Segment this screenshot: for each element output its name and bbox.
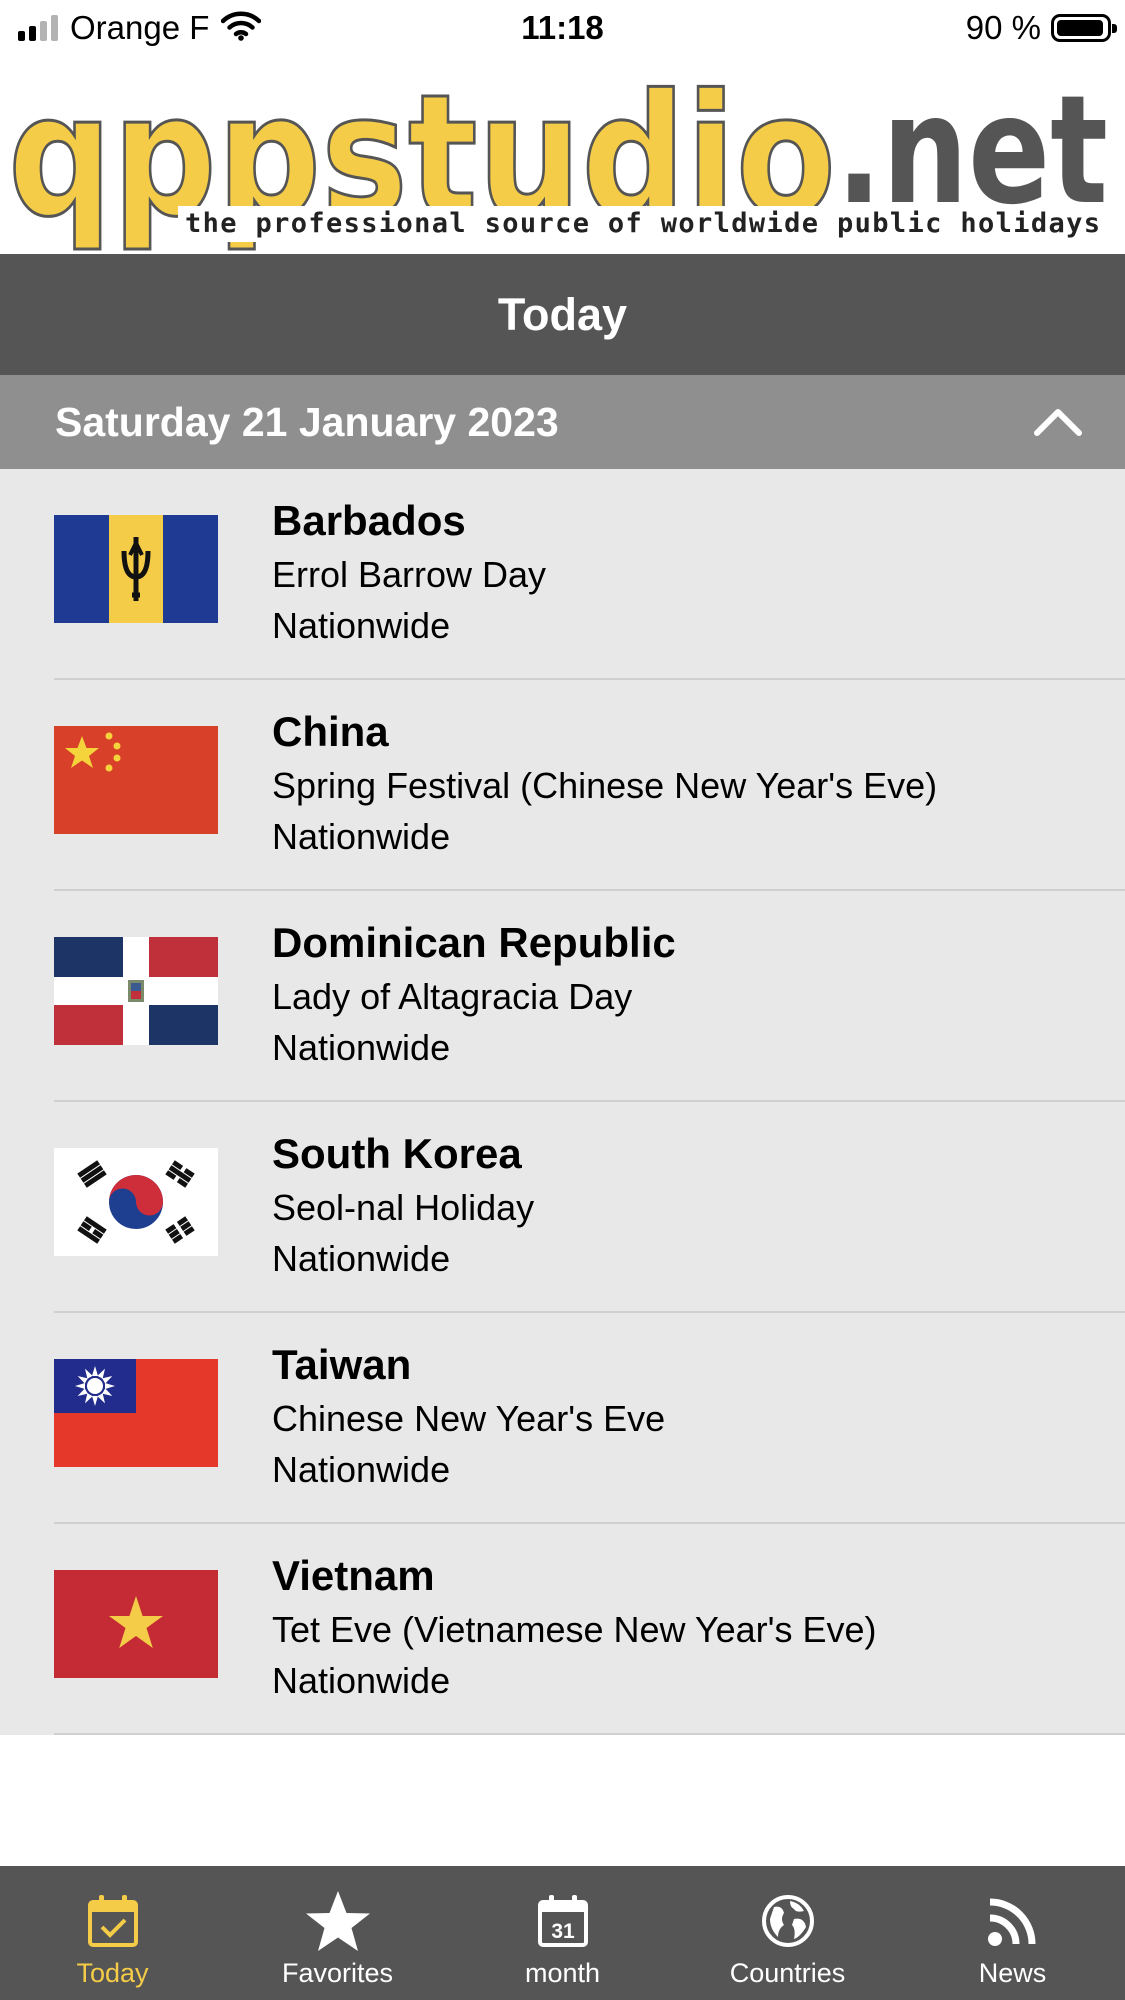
barbados-flag [54,515,218,623]
holiday-details: China Spring Festival (Chinese New Year'… [272,704,1105,862]
holiday-name: Seol-nal Holiday [272,1187,535,1228]
globe-icon [760,1890,816,1952]
battery-icon [1051,14,1117,42]
holiday-details: Dominican Republic Lady of Altagracia Da… [272,915,1105,1073]
list-item[interactable]: South Korea Seol-nal Holiday Nationwide [0,1102,1125,1313]
holiday-name: Chinese New Year's Eve [272,1398,666,1439]
holiday-name: Tet Eve (Vietnamese New Year's Eve) [272,1609,877,1650]
tab-month[interactable]: 31 month [450,1866,675,2000]
country-name: Vietnam [272,1552,435,1599]
south-korea-flag [54,1148,218,1256]
holiday-details: South Korea Seol-nal Holiday Nationwide [272,1126,1105,1284]
taiwan-flag [54,1359,218,1467]
country-name: South Korea [272,1130,522,1177]
battery-percentage: 90 % [965,9,1041,46]
calendar-check-icon [86,1890,140,1952]
holiday-region: Nationwide [272,1238,451,1279]
calendar-day-number: 31 [551,1920,575,1943]
tab-today[interactable]: Today [0,1866,225,2000]
row-divider [54,1733,1125,1735]
tab-favorites[interactable]: Favorites [225,1866,450,2000]
status-right: 90 % [965,8,1117,48]
rss-icon [986,1890,1040,1952]
country-name: Dominican Republic [272,919,676,966]
tab-news[interactable]: News [900,1866,1125,2000]
date-section-header[interactable]: Saturday 21 January 2023 [0,375,1125,469]
list-item[interactable]: China Spring Festival (Chinese New Year'… [0,680,1125,891]
country-name: Barbados [272,497,466,544]
holiday-region: Nationwide [272,605,451,646]
status-bar: Orange F 11:18 90 % [0,0,1125,56]
tab-label: News [978,1958,1047,1988]
country-name: China [272,708,389,755]
tab-label: Favorites [281,1958,394,1988]
page-title: Today [497,288,628,340]
status-time: 11:18 [521,9,604,46]
list-item[interactable]: Taiwan Chinese New Year's Eve Nationwide [0,1313,1125,1524]
app-logo: qppstudio .net the professional source o… [0,56,1125,254]
holiday-region: Nationwide [272,1027,451,1068]
holiday-details: Vietnam Tet Eve (Vietnamese New Year's E… [272,1548,1105,1706]
tab-label: Countries [729,1958,846,1988]
holiday-region: Nationwide [272,816,451,857]
holiday-name: Lady of Altagracia Day [272,976,633,1017]
vietnam-flag [54,1570,218,1678]
list-item[interactable]: Barbados Errol Barrow Day Nationwide [0,469,1125,680]
list-item[interactable]: Dominican Republic Lady of Altagracia Da… [0,891,1125,1102]
list-item[interactable]: Vietnam Tet Eve (Vietnamese New Year's E… [0,1524,1125,1735]
tab-label: Today [76,1958,149,1988]
holiday-details: Taiwan Chinese New Year's Eve Nationwide [272,1337,1105,1495]
holiday-details: Barbados Errol Barrow Day Nationwide [272,493,1105,651]
star-icon [304,1890,372,1952]
chevron-up-icon[interactable] [1033,397,1083,447]
holiday-region: Nationwide [272,1449,451,1490]
date-header-label: Saturday 21 January 2023 [55,399,559,445]
country-name: Taiwan [272,1341,412,1388]
dominican-republic-flag [54,937,218,1045]
tab-countries[interactable]: Countries [675,1866,900,2000]
china-flag [54,726,218,834]
tab-label: month [524,1958,601,1988]
holiday-name: Errol Barrow Day [272,554,547,595]
logo-tagline: the professional source of worldwide pub… [185,208,1100,239]
holiday-name: Spring Festival (Chinese New Year's Eve) [272,765,938,806]
tab-bar: Today Favorites 31 month Countries News [0,1866,1125,2000]
holiday-region: Nationwide [272,1660,451,1701]
holiday-list: Barbados Errol Barrow Day Nationwide Chi… [0,469,1125,1735]
navigation-bar: Today [0,254,1125,375]
calendar-31-icon: 31 [536,1890,590,1952]
